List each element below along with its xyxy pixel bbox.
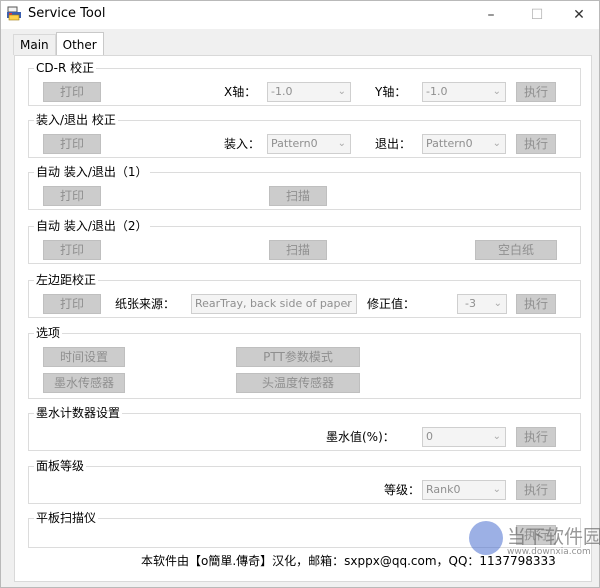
cdr-exec-button[interactable]: 执行 — [516, 82, 556, 102]
options-group: 选项 时间设置 PTT参数模式 墨水传感器 头温度传感器 — [28, 326, 581, 399]
load-eject-print-button[interactable]: 打印 — [43, 134, 101, 154]
tab-strip: Main Other — [13, 32, 104, 56]
panel-level-group: 面板等级 等级： Rank0 ⌄ 执行 — [28, 459, 581, 504]
close-icon[interactable]: ✕ — [556, 1, 600, 29]
ink-value-select[interactable]: 0 ⌄ — [422, 427, 506, 447]
x-axis-select[interactable]: -1.0 ⌄ — [267, 82, 351, 102]
cdr-print-button[interactable]: 打印 — [43, 82, 101, 102]
auto2-print-button[interactable]: 打印 — [43, 240, 101, 260]
left-margin-calibration-group: 左边距校正 打印 纸张来源： RearTray, back side of pa… — [28, 273, 581, 318]
ink-sensor-button[interactable]: 墨水传感器 — [43, 373, 125, 393]
ink-counter-group: 墨水计数器设置 墨水值(%)： 0 ⌄ 执行 — [28, 406, 581, 451]
group-title: 墨水计数器设置 — [34, 406, 123, 420]
paper-source-label: 纸张来源： — [115, 297, 176, 311]
ptt-mode-button[interactable]: PTT参数模式 — [236, 347, 360, 367]
group-title: 左边距校正 — [34, 273, 99, 287]
load-pattern-select[interactable]: Pattern0 ⌄ — [267, 134, 351, 154]
x-axis-label: X轴： — [224, 85, 257, 99]
load-pattern-value: Pattern0 — [271, 137, 318, 150]
other-tab-panel: CD-R 校正 打印 X轴： -1.0 ⌄ Y轴： -1.0 ⌄ 执行 装入/退出 … — [14, 55, 592, 582]
head-temp-sensor-button[interactable]: 头温度传感器 — [236, 373, 360, 393]
level-label: 等级： — [384, 483, 421, 497]
level-value: Rank0 — [426, 483, 461, 496]
auto-load-eject-1-group: 自动 装入/退出（1） 打印 扫描 — [28, 165, 581, 210]
auto-load-eject-2-group: 自动 装入/退出（2） 打印 扫描 空白纸 — [28, 219, 581, 264]
panel-level-exec-button[interactable]: 执行 — [516, 480, 556, 500]
eject-pattern-select[interactable]: Pattern0 ⌄ — [422, 134, 506, 154]
group-title: 平板扫描仪 — [34, 511, 99, 525]
y-axis-label: Y轴： — [375, 85, 407, 99]
tab-main[interactable]: Main — [13, 34, 56, 55]
group-title: 自动 装入/退出（2） — [34, 219, 150, 233]
y-axis-value: -1.0 — [426, 85, 448, 98]
chevron-down-icon: ⌄ — [492, 138, 501, 149]
group-title: 面板等级 — [34, 459, 87, 473]
tab-other[interactable]: Other — [55, 32, 104, 55]
chevron-down-icon: ⌄ — [492, 484, 501, 495]
eject-pattern-value: Pattern0 — [426, 137, 473, 150]
watermark-url: www.downxia.com — [507, 547, 591, 557]
paper-source-value: RearTray, back side of paper — [195, 297, 352, 310]
window-title: Service Tool — [28, 6, 106, 21]
chevron-down-icon: ⌄ — [343, 298, 352, 309]
group-title: 装入/退出 校正 — [34, 113, 118, 127]
eject-label: 退出： — [375, 137, 412, 151]
auto1-print-button[interactable]: 打印 — [43, 186, 101, 206]
x-axis-value: -1.0 — [271, 85, 293, 98]
chevron-down-icon: ⌄ — [492, 431, 501, 442]
service-tool-window: Service Tool – ☐ ✕ Main Other CD-R 校正 打印… — [0, 0, 600, 588]
correction-label: 修正值： — [367, 297, 416, 311]
load-label: 装入： — [224, 137, 261, 151]
left-margin-print-button[interactable]: 打印 — [43, 294, 101, 314]
blank-paper-button[interactable]: 空白纸 — [475, 240, 557, 260]
cdr-calibration-group: CD-R 校正 打印 X轴： -1.0 ⌄ Y轴： -1.0 ⌄ 执行 — [28, 61, 581, 106]
level-select[interactable]: Rank0 ⌄ — [422, 480, 506, 500]
watermark-text: 当下软件园 — [507, 526, 600, 548]
watermark: 当下软件园 www.downxia.com — [469, 513, 600, 573]
time-setting-button[interactable]: 时间设置 — [43, 347, 125, 367]
chevron-down-icon: ⌄ — [493, 298, 502, 309]
group-title: 选项 — [34, 326, 63, 340]
chevron-down-icon: ⌄ — [337, 86, 346, 97]
auto1-scan-button[interactable]: 扫描 — [269, 186, 327, 206]
printer-app-icon — [7, 6, 21, 21]
maximize-icon[interactable]: ☐ — [514, 1, 560, 29]
auto2-scan-button[interactable]: 扫描 — [269, 240, 327, 260]
left-margin-exec-button[interactable]: 执行 — [516, 294, 556, 314]
load-eject-calibration-group: 装入/退出 校正 打印 装入： Pattern0 ⌄ 退出： Pattern0 ⌄ … — [28, 113, 581, 158]
load-eject-exec-button[interactable]: 执行 — [516, 134, 556, 154]
correction-value: -3 — [465, 297, 476, 310]
minimize-icon[interactable]: – — [468, 1, 514, 29]
chevron-down-icon: ⌄ — [492, 86, 501, 97]
correction-select[interactable]: -3 ⌄ — [457, 294, 507, 314]
watermark-logo-icon — [469, 521, 503, 555]
chevron-down-icon: ⌄ — [337, 138, 346, 149]
paper-source-select[interactable]: RearTray, back side of paper ⌄ — [191, 294, 357, 314]
group-title: CD-R 校正 — [34, 61, 97, 75]
y-axis-select[interactable]: -1.0 ⌄ — [422, 82, 506, 102]
ink-value: 0 — [426, 430, 433, 443]
ink-counter-exec-button[interactable]: 执行 — [516, 427, 556, 447]
ink-value-label: 墨水值(%)： — [326, 430, 395, 444]
title-bar: Service Tool – ☐ ✕ — [1, 1, 599, 29]
group-title: 自动 装入/退出（1） — [34, 165, 150, 179]
